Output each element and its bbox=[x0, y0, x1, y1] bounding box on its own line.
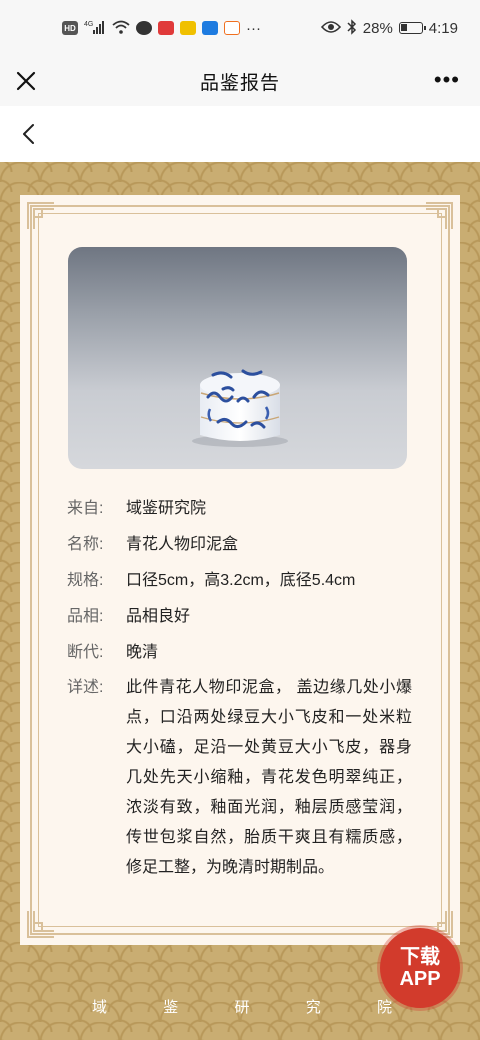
footer-brand: 域 鉴 研 究 院 bbox=[0, 996, 480, 1026]
frame-corner-ornament bbox=[426, 202, 453, 229]
field-row-spec: 规格: 口径5cm，高3.2cm，底径5.4cm bbox=[67, 563, 412, 599]
field-row-name: 名称: 青花人物印泥盒 bbox=[67, 527, 412, 563]
field-value-description: 此件青花人物印泥盒， 盖边缘几处小爆点，口沿两处绿豆大小飞皮和一处米粒大小磕，足… bbox=[126, 679, 412, 876]
more-notifications: ··· bbox=[246, 19, 261, 37]
app-icon-1 bbox=[136, 21, 152, 35]
footer-char: 域 bbox=[92, 999, 108, 1016]
status-left: HD 4G ··· bbox=[62, 20, 261, 37]
field-value-dating: 晚清 bbox=[126, 644, 159, 661]
page-title: 品鉴报告 bbox=[199, 72, 280, 94]
app-icon-4 bbox=[202, 21, 218, 35]
app-icon-5 bbox=[224, 21, 240, 35]
field-label: 来自: bbox=[67, 500, 104, 517]
footer-char: 研 bbox=[234, 999, 250, 1016]
eye-icon bbox=[320, 20, 341, 37]
signal-4g-icon: 4G bbox=[84, 20, 106, 37]
app-icon-3 bbox=[180, 21, 196, 35]
field-value-name: 青花人物印泥盒 bbox=[126, 536, 239, 553]
porcelain-box-image bbox=[192, 369, 288, 447]
clock: 4:19 bbox=[428, 19, 458, 37]
battery-icon bbox=[398, 22, 426, 34]
bluetooth-icon bbox=[347, 18, 357, 38]
wifi-icon bbox=[112, 20, 130, 37]
field-label: 品相: bbox=[67, 608, 104, 625]
back-row bbox=[0, 106, 480, 162]
field-row-description: 详述: 此件青花人物印泥盒， 盖边缘几处小爆点，口沿两处绿豆大小飞皮和一处米粒大… bbox=[67, 673, 412, 883]
status-right: 28% 4:19 bbox=[320, 18, 458, 38]
status-bar: HD 4G ··· 28% 4:19 bbox=[0, 0, 480, 56]
field-value-source: 域鉴研究院 bbox=[126, 500, 207, 517]
footer-char: 究 bbox=[305, 999, 321, 1016]
report-card: 来自: 域鉴研究院 名称: 青花人物印泥盒 规格: 口径5cm，高3.2cm，底… bbox=[20, 195, 460, 945]
download-label: 下载 bbox=[400, 946, 440, 968]
field-label: 规格: bbox=[67, 572, 104, 589]
field-row-dating: 断代: 晚清 bbox=[67, 635, 412, 671]
field-label: 名称: bbox=[67, 536, 104, 553]
back-arrow-icon[interactable] bbox=[18, 122, 40, 146]
app-icon-2 bbox=[158, 21, 174, 35]
footer-char: 院 bbox=[376, 999, 392, 1016]
field-row-condition: 品相: 品相良好 bbox=[67, 599, 412, 635]
close-icon[interactable] bbox=[12, 67, 40, 95]
app-label: APP bbox=[399, 968, 441, 990]
frame-corner-ornament bbox=[27, 202, 54, 229]
nav-bar: 品鉴报告 ••• bbox=[0, 56, 480, 106]
field-row-source: 来自: 域鉴研究院 bbox=[67, 491, 412, 527]
frame-corner-ornament bbox=[27, 911, 54, 938]
field-label: 详述: bbox=[67, 679, 104, 696]
report-info: 来自: 域鉴研究院 名称: 青花人物印泥盒 规格: 口径5cm，高3.2cm，底… bbox=[67, 491, 412, 883]
field-value-spec: 口径5cm，高3.2cm，底径5.4cm bbox=[126, 572, 356, 589]
field-label: 断代: bbox=[67, 644, 104, 661]
footer-char: 鉴 bbox=[163, 999, 179, 1016]
svg-text:4G: 4G bbox=[84, 21, 93, 28]
hd-icon: HD bbox=[62, 21, 78, 35]
more-menu-icon[interactable]: ••• bbox=[434, 69, 460, 91]
field-value-condition: 品相良好 bbox=[126, 608, 191, 625]
battery-percent: 28% bbox=[362, 19, 393, 37]
item-photo[interactable] bbox=[68, 247, 407, 469]
